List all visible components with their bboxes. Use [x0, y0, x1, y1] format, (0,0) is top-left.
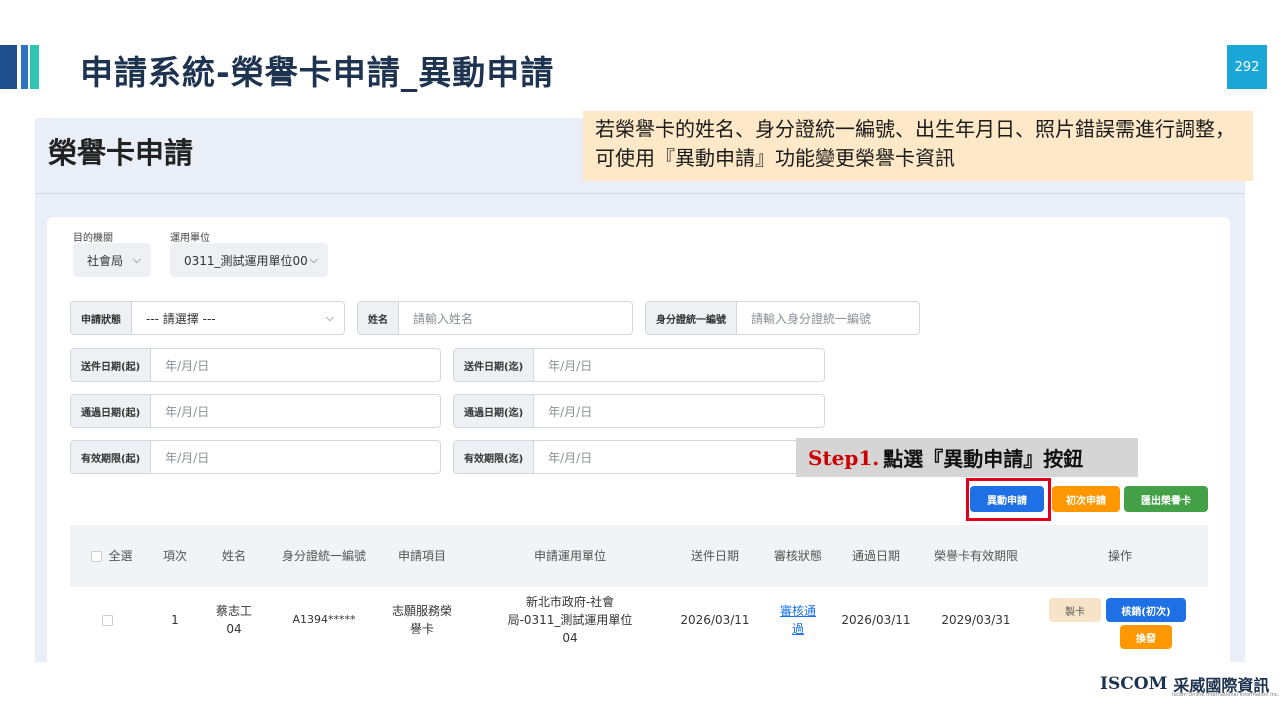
header-pass-date: 通過日期: [851, 549, 900, 563]
valid-end-input[interactable]: 年/月/日: [534, 441, 824, 473]
id-field[interactable]: 身分證統一編號 請輸入身分證統一編號: [645, 301, 920, 335]
send-start-field[interactable]: 送件日期(起) 年/月/日: [70, 348, 441, 382]
valid-start-input[interactable]: 年/月/日: [151, 441, 440, 473]
app-screenshot: 榮譽卡申請 目的機關 社會局 ⌵ 運用單位 0311_測試運用單位00 ⌵ 申請…: [35, 118, 1245, 662]
agency-label: 目的機關: [73, 233, 113, 244]
row-status-link[interactable]: 審核通過: [780, 601, 816, 639]
send-end-input[interactable]: 年/月/日: [534, 349, 824, 381]
agency-select[interactable]: 社會局 ⌵: [73, 243, 151, 277]
company-logo: ISCOM 采威國際資訊 Iscom Online International …: [1100, 672, 1279, 698]
valid-end-label: 有效期限(迄): [454, 441, 535, 473]
logo-sub: Iscom Online International Information I…: [1172, 692, 1280, 698]
row-pass-date: 2026/03/11: [841, 613, 911, 627]
select-all[interactable]: 全選: [86, 547, 138, 565]
step-callout: Step1. 點選『異動申請』按鈕: [796, 438, 1138, 477]
header-status: 審核狀態: [774, 549, 823, 563]
name-input[interactable]: 請輸入姓名: [399, 302, 632, 334]
name-label: 姓名: [358, 302, 399, 334]
header-unit: 申請運用單位: [533, 549, 606, 563]
send-start-label: 送件日期(起): [71, 349, 152, 381]
status-field[interactable]: 申請狀態 --- 請選擇 --- ⌵: [70, 301, 345, 335]
send-start-input[interactable]: 年/月/日: [151, 349, 440, 381]
header-actions: 操作: [1107, 549, 1132, 563]
step-text: 點選『異動申請』按鈕: [883, 447, 1084, 471]
chevron-down-icon: ⌵: [309, 253, 318, 266]
page-title: 榮譽卡申請: [48, 136, 194, 170]
header-index: 項次: [163, 548, 188, 563]
header-accent-bar: [0, 45, 17, 89]
export-card-button[interactable]: 匯出榮譽卡: [1124, 486, 1208, 512]
send-end-label: 送件日期(迄): [454, 349, 535, 381]
header-name: 姓名: [221, 549, 246, 563]
unit-select[interactable]: 0311_測試運用單位00 ⌵: [170, 243, 328, 277]
unit-label: 運用單位: [170, 233, 210, 244]
header-valid-date: 榮譽卡有效期限: [934, 549, 1019, 563]
row-checkbox-cell[interactable]: [97, 611, 117, 629]
pass-start-field[interactable]: 通過日期(起) 年/月/日: [70, 394, 441, 428]
id-label: 身分證統一編號: [646, 302, 737, 334]
row-valid-date: 2029/03/31: [941, 613, 1011, 627]
header-item: 申請項目: [397, 549, 446, 563]
table-row: 1 蔡志工04 A1394***** 志願服務榮譽卡 新北市政府-社會局-031…: [70, 587, 1208, 662]
pass-start-input[interactable]: 年/月/日: [151, 395, 440, 427]
pass-start-label: 通過日期(起): [71, 395, 152, 427]
header-select-all: 全選: [108, 549, 133, 563]
chevron-down-icon: ⌵: [325, 311, 334, 324]
pass-end-label: 通過日期(迄): [454, 395, 535, 427]
row-item: 志願服務榮譽卡: [392, 604, 453, 636]
logo-en: ISCOM: [1100, 674, 1168, 694]
valid-start-field[interactable]: 有效期限(起) 年/月/日: [70, 440, 441, 474]
make-card-button[interactable]: 製卡: [1049, 598, 1101, 622]
status-value: --- 請選擇 ---: [146, 311, 216, 326]
unit-value: 0311_測試運用單位00: [184, 253, 308, 268]
step-number: Step1.: [808, 445, 880, 470]
row-name: 蔡志工04: [215, 604, 252, 636]
header-send-date: 送件日期: [690, 549, 739, 563]
header-id: 身分證統一編號: [282, 549, 367, 563]
send-end-field[interactable]: 送件日期(迄) 年/月/日: [453, 348, 825, 382]
valid-end-field[interactable]: 有效期限(迄) 年/月/日: [453, 440, 825, 474]
chevron-down-icon: ⌵: [132, 253, 141, 266]
row-index: 1: [171, 613, 179, 627]
pass-end-field[interactable]: 通過日期(迄) 年/月/日: [453, 394, 825, 428]
valid-start-label: 有效期限(起): [71, 441, 152, 473]
header-accent-bar: [21, 45, 28, 89]
name-field[interactable]: 姓名 請輸入姓名: [357, 301, 633, 335]
row-send-date: 2026/03/11: [680, 613, 750, 627]
first-application-button[interactable]: 初次申請: [1052, 486, 1120, 512]
row-unit: 新北市政府-社會局-0311_測試運用單位04: [507, 595, 633, 645]
highlight-frame: [966, 478, 1051, 521]
table-header: 全選 項次 姓名 身分證統一編號 申請項目 申請運用單位 送件日期 審核狀態 通…: [70, 525, 1208, 587]
instruction-note: 若榮譽卡的姓名、身分證統一編號、出生年月日、照片錯誤需進行調整，可使用『異動申請…: [583, 111, 1253, 181]
agency-value: 社會局: [87, 253, 124, 268]
divider: [35, 193, 1245, 194]
row-checkbox[interactable]: [101, 614, 113, 626]
cancel-first-button[interactable]: 核銷(初次): [1106, 598, 1186, 622]
row-id: A1394*****: [292, 613, 356, 626]
slide-title: 申請系統-榮譽卡申請_異動申請: [80, 53, 555, 92]
status-label: 申請狀態: [71, 302, 132, 334]
select-all-checkbox[interactable]: [91, 550, 103, 562]
header-accent-bar: [30, 45, 39, 89]
status-select[interactable]: --- 請選擇 --- ⌵: [132, 302, 344, 334]
reissue-button[interactable]: 換發: [1120, 625, 1172, 649]
id-input[interactable]: 請輸入身分證統一編號: [737, 302, 919, 334]
pass-end-input[interactable]: 年/月/日: [534, 395, 824, 427]
page-number: 292: [1227, 45, 1267, 89]
